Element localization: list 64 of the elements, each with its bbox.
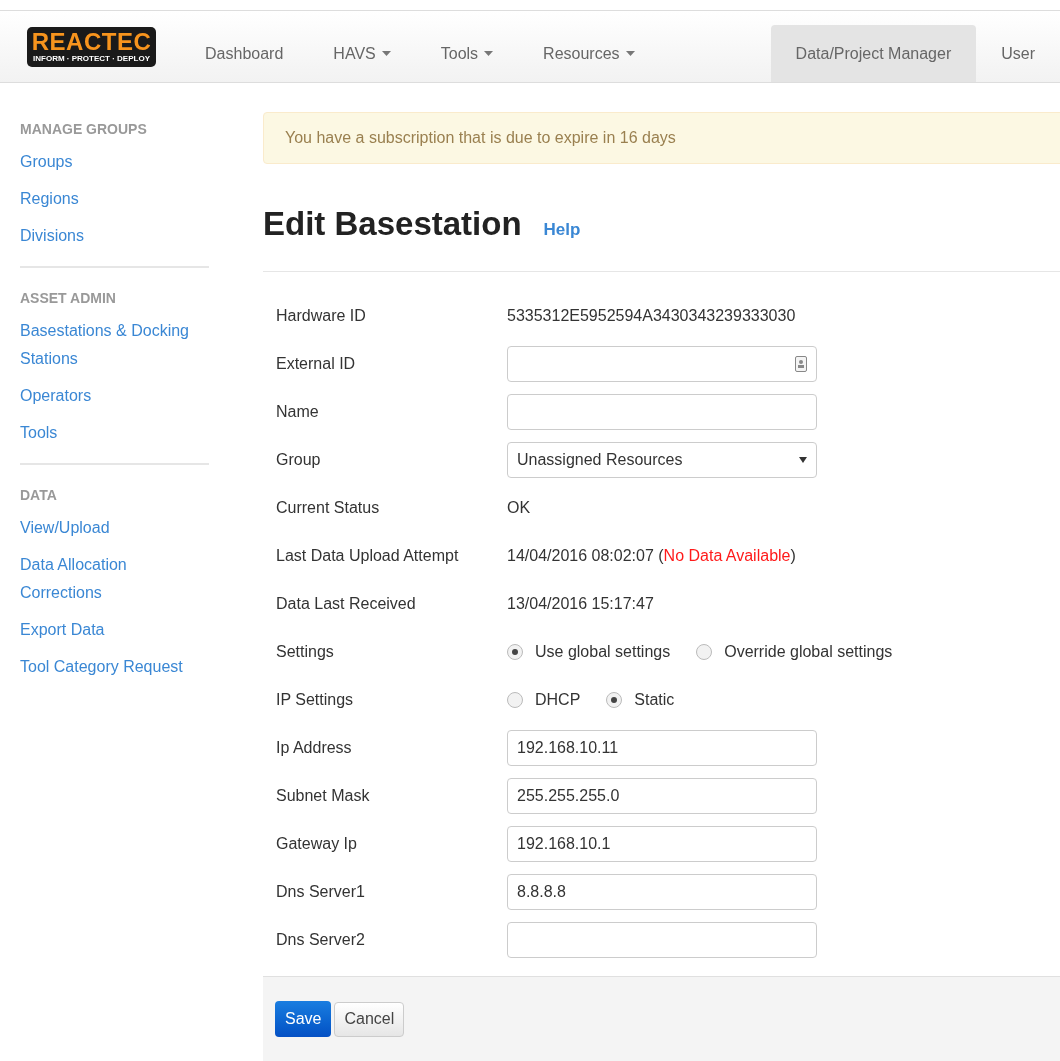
radio-label: Override global settings	[724, 641, 893, 662]
sidebar-heading: MANAGE GROUPS	[20, 120, 148, 139]
radio-label: DHCP	[535, 689, 581, 710]
input-field[interactable]	[507, 345, 817, 382]
caret-icon	[381, 51, 391, 56]
field-value: OK	[507, 497, 531, 518]
radio-button[interactable]	[507, 643, 523, 660]
nav-tab[interactable]: Data/Project Manager	[770, 25, 977, 82]
nav-tab[interactable]: HAVS	[308, 25, 416, 82]
field-label: IP Settings	[275, 689, 355, 710]
cancel-button[interactable]: Cancel	[334, 1001, 405, 1037]
sidebar-heading: DATA	[20, 486, 58, 505]
subscription-alert: You have a subscription that is due to expire in 16 days	[263, 112, 1060, 164]
input-field[interactable]	[507, 921, 817, 958]
field-label: Data Last Received	[275, 593, 417, 614]
field-label: Current Status	[275, 497, 381, 518]
nav-tab[interactable]: Dashboard	[180, 25, 309, 82]
nav-tab[interactable]: User	[976, 25, 1060, 82]
field-label: Ip Address	[275, 737, 353, 758]
field-label: Name	[275, 401, 320, 422]
radio-label: Static	[634, 689, 675, 710]
sidebar-heading: ASSET ADMIN	[20, 289, 117, 308]
field-label: Gateway Ip	[275, 833, 358, 854]
field-label: Group	[275, 449, 322, 470]
sidebar-link[interactable]: Export Data	[20, 616, 205, 644]
field-label: Subnet Mask	[275, 785, 371, 806]
dropdown-arrow-icon	[799, 456, 807, 463]
nav-tab[interactable]: Resources	[518, 25, 660, 82]
sidebar-link[interactable]: Basestations & Docking Stations	[20, 317, 205, 373]
field-value: 5335312E5952594A3430343239333030	[507, 305, 796, 326]
caret-icon	[625, 51, 635, 56]
field-label: Settings	[275, 641, 335, 662]
input-field[interactable]: 192.168.10.1	[507, 825, 817, 862]
field-value: 13/04/2016 15:17:47	[507, 593, 654, 614]
sidebar-link[interactable]: Tool Category Request	[20, 653, 205, 681]
save-button[interactable]: Save	[275, 1001, 332, 1037]
radio-button[interactable]	[606, 691, 623, 708]
logo[interactable]: REACTEC INFORM · PROTECT · DEPLOY	[27, 26, 157, 67]
page-title: Edit Basestation	[263, 204, 522, 244]
radio-label: Use global settings	[535, 641, 671, 662]
radio-button[interactable]	[696, 643, 713, 660]
field-label: Hardware ID	[275, 305, 367, 326]
radio-button[interactable]	[507, 691, 523, 708]
sidebar-link[interactable]: Data Allocation Corrections	[20, 551, 205, 607]
input-field[interactable]: 8.8.8.8	[507, 873, 817, 910]
help-link[interactable]: Help	[543, 217, 581, 243]
input-field[interactable]: 192.168.10.11	[507, 729, 817, 766]
sidebar-link[interactable]: Groups	[20, 148, 205, 176]
field-label: Last Data Upload Attempt	[275, 545, 460, 566]
nav-tab[interactable]: Tools	[415, 25, 519, 82]
sidebar-link[interactable]: View/Upload	[20, 514, 205, 542]
group-select[interactable]: Unassigned Resources	[507, 441, 817, 478]
sidebar-link[interactable]: Tools	[20, 419, 205, 447]
caret-icon	[484, 51, 494, 56]
sidebar-link[interactable]: Operators	[20, 382, 205, 410]
input-field[interactable]	[507, 393, 817, 430]
field-label: Dns Server1	[275, 881, 366, 902]
sidebar-link[interactable]: Divisions	[20, 222, 205, 250]
sidebar-link[interactable]: Regions	[20, 185, 205, 213]
input-field[interactable]: 255.255.255.0	[507, 777, 817, 814]
contact-card-icon	[795, 355, 807, 372]
field-value: 14/04/2016 08:02:07 (No Data Available)	[507, 545, 796, 566]
field-label: Dns Server2	[275, 929, 366, 950]
field-label: External ID	[275, 353, 357, 374]
